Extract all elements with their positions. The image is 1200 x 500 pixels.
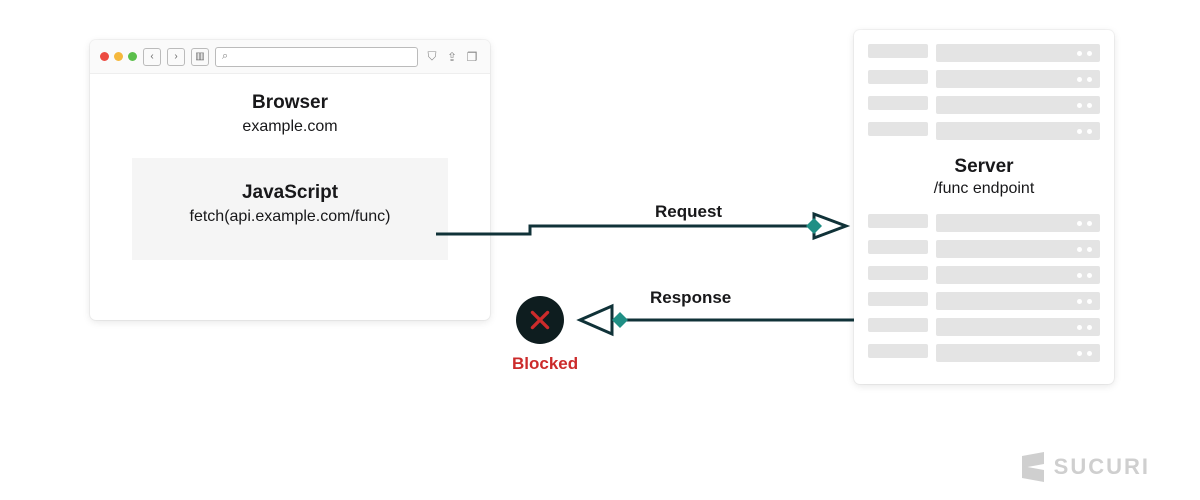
response-arrowhead-icon bbox=[580, 306, 612, 334]
blocked-label: Blocked bbox=[512, 354, 578, 374]
browser-domain: example.com bbox=[104, 118, 476, 136]
rack-row bbox=[868, 292, 1100, 310]
back-icon: ‹ bbox=[143, 48, 161, 66]
blocked-badge bbox=[516, 296, 564, 344]
response-diamond-icon bbox=[612, 312, 628, 328]
response-label: Response bbox=[650, 288, 731, 308]
forward-icon: › bbox=[167, 48, 185, 66]
rack-row bbox=[868, 240, 1100, 258]
traffic-lights bbox=[100, 52, 137, 61]
brand-text: SUCURI bbox=[1054, 454, 1150, 480]
rack-row bbox=[868, 96, 1100, 114]
browser-toolbar: ‹ › ▥ ⌕ ⛉ ⇪ ❐ bbox=[90, 40, 490, 74]
server-title: Server bbox=[868, 156, 1100, 178]
brand: SUCURI bbox=[1022, 454, 1150, 480]
search-icon: ⌕ bbox=[222, 50, 228, 63]
browser-window: ‹ › ▥ ⌕ ⛉ ⇪ ❐ Browser example.com JavaSc… bbox=[90, 40, 490, 320]
rack-row bbox=[868, 344, 1100, 362]
rack-row bbox=[868, 122, 1100, 140]
server-endpoint: /func endpoint bbox=[868, 180, 1100, 198]
request-line bbox=[436, 226, 810, 234]
browser-body: Browser example.com JavaScript fetch(api… bbox=[90, 74, 490, 260]
rack-row bbox=[868, 266, 1100, 284]
js-call: fetch(api.example.com/func) bbox=[142, 208, 438, 226]
share-icon: ⇪ bbox=[444, 48, 460, 66]
rack-row bbox=[868, 318, 1100, 336]
tabs-icon: ❐ bbox=[464, 48, 480, 66]
x-icon bbox=[527, 307, 553, 333]
shield-icon: ⛉ bbox=[424, 48, 440, 66]
toolbar-right: ⛉ ⇪ ❐ bbox=[424, 48, 480, 66]
rack-row bbox=[868, 44, 1100, 62]
browser-title: Browser bbox=[104, 92, 476, 114]
request-label: Request bbox=[655, 202, 722, 222]
maximize-dot-icon bbox=[128, 52, 137, 61]
url-bar: ⌕ bbox=[215, 47, 418, 67]
server-card: Server /func endpoint bbox=[854, 30, 1114, 384]
brand-logo-icon bbox=[1022, 454, 1044, 480]
request-diamond-icon bbox=[806, 218, 822, 234]
minimize-dot-icon bbox=[114, 52, 123, 61]
close-dot-icon bbox=[100, 52, 109, 61]
javascript-box: JavaScript fetch(api.example.com/func) bbox=[132, 158, 448, 260]
sidebar-icon: ▥ bbox=[191, 48, 209, 66]
rack-row bbox=[868, 214, 1100, 232]
server-label: Server /func endpoint bbox=[868, 156, 1100, 198]
js-title: JavaScript bbox=[142, 182, 438, 204]
rack-row bbox=[868, 70, 1100, 88]
request-arrowhead-icon bbox=[814, 214, 846, 238]
